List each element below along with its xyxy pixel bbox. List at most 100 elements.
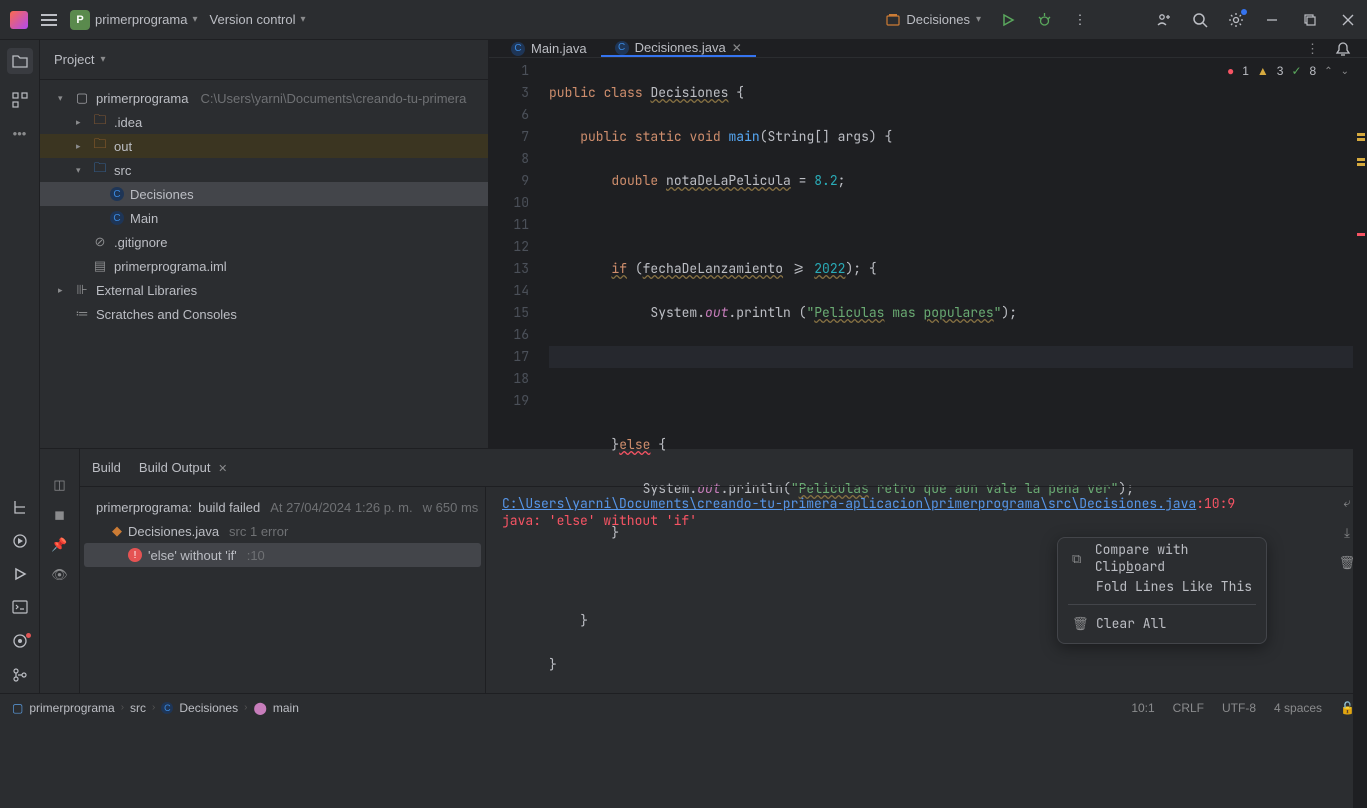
vcs-label: Version control bbox=[210, 12, 296, 27]
run-config-selector[interactable]: Decisiones ▾ bbox=[886, 12, 981, 27]
titlebar: P primerprograma ▾ Version control ▾ Dec… bbox=[0, 0, 1367, 40]
tree-label: Scratches and Consoles bbox=[96, 307, 237, 322]
debug-button[interactable] bbox=[1035, 11, 1053, 29]
maximize-button[interactable] bbox=[1301, 11, 1319, 29]
run-config-label: Decisiones bbox=[906, 12, 970, 27]
context-menu: ⧉ Compare with Clipboard Fold Lines Like… bbox=[1057, 537, 1267, 644]
tree-scratches[interactable]: ≔ Scratches and Consoles bbox=[40, 302, 488, 326]
class-icon: C bbox=[161, 702, 173, 714]
editor-area: C Main.java C Decisiones.java ✕ ⋮ bbox=[489, 40, 1367, 448]
build-tab[interactable]: Build bbox=[92, 460, 121, 475]
tree-main[interactable]: C Main bbox=[40, 206, 488, 230]
vcs-selector[interactable]: Version control ▾ bbox=[210, 12, 306, 27]
close-button[interactable] bbox=[1339, 11, 1357, 29]
java-file-icon: ◆ bbox=[112, 523, 122, 539]
build-row-error[interactable]: ! 'else' without 'if' :10 bbox=[84, 543, 481, 567]
code-with-me-icon[interactable] bbox=[1155, 11, 1173, 29]
chevron-right-icon: › bbox=[244, 702, 247, 713]
tree-root[interactable]: ▾ ▢ primerprograma C:\Users\yarni\Docume… bbox=[40, 86, 488, 110]
tree-label: primerprograma.iml bbox=[114, 259, 227, 274]
editor-body[interactable]: ●1 ▲3 ✓8 ⌃ ⌄ 1 3 6 7 8 9 10 11 bbox=[489, 58, 1367, 808]
left-tool-strip: ••• bbox=[0, 40, 40, 693]
file-icon: ⊘ bbox=[92, 234, 108, 250]
expand-icon[interactable]: ▾ bbox=[76, 165, 86, 176]
services-tool-icon[interactable] bbox=[12, 533, 28, 549]
chevron-down-icon[interactable]: ▾ bbox=[100, 54, 105, 65]
separator bbox=[1068, 604, 1256, 605]
build-output-tab[interactable]: Build Output ✕ bbox=[139, 460, 227, 475]
terminal-tool-icon[interactable] bbox=[12, 599, 28, 615]
ctx-fold[interactable]: Fold Lines Like This bbox=[1058, 572, 1266, 600]
folder-icon: 🗀 bbox=[92, 111, 108, 133]
tree-path: C:\Users\yarni\Documents\creando-tu-prim… bbox=[200, 91, 466, 106]
breadcrumb[interactable]: ▢ primerprograma › src › C Decisiones › … bbox=[12, 701, 299, 715]
build-row-root[interactable]: primerprograma: build failed At 27/04/20… bbox=[84, 495, 481, 519]
tab-main[interactable]: C Main.java bbox=[497, 40, 601, 57]
more-tools-icon[interactable]: ••• bbox=[13, 126, 27, 141]
module-icon: ▢ bbox=[12, 701, 23, 715]
chevron-down-icon: ▾ bbox=[301, 14, 306, 25]
tree-idea[interactable]: ▸ 🗀 .idea bbox=[40, 110, 488, 134]
rerun-icon[interactable]: ◼ bbox=[54, 507, 65, 523]
tab-label: Decisiones.java bbox=[635, 40, 726, 55]
project-badge-icon: P bbox=[70, 10, 90, 30]
filter-icon[interactable]: ◫ bbox=[53, 477, 65, 493]
expand-icon[interactable]: ▸ bbox=[58, 285, 68, 296]
pin-icon[interactable]: 📌 bbox=[51, 537, 67, 553]
vcs-tool-icon[interactable] bbox=[12, 667, 28, 683]
close-icon[interactable]: ✕ bbox=[218, 463, 227, 475]
tree-gitignore[interactable]: ⊘ .gitignore bbox=[40, 230, 488, 254]
notifications-icon[interactable] bbox=[1327, 41, 1359, 57]
close-icon[interactable]: ✕ bbox=[732, 41, 742, 55]
error-icon: ! bbox=[128, 548, 142, 562]
project-selector[interactable]: P primerprograma ▾ bbox=[70, 10, 198, 30]
line-gutter: 1 3 6 7 8 9 10 11 12 13 14 15 16 17 bbox=[489, 58, 539, 808]
panel-title: Project bbox=[54, 52, 94, 67]
search-icon[interactable] bbox=[1191, 11, 1209, 29]
compare-icon: ⧉ bbox=[1072, 550, 1085, 567]
main-menu-icon[interactable] bbox=[40, 11, 58, 29]
run-button[interactable] bbox=[999, 11, 1017, 29]
file-icon: ▤ bbox=[92, 258, 108, 274]
build-output-link[interactable]: C:\Users\yarni\Documents\creando-tu-prim… bbox=[502, 495, 1196, 512]
minimize-button[interactable] bbox=[1263, 11, 1281, 29]
tree-iml[interactable]: ▤ primerprograma.iml bbox=[40, 254, 488, 278]
problems-tool-icon[interactable] bbox=[12, 633, 28, 649]
code-content[interactable]: public class Decisiones { public static … bbox=[539, 58, 1353, 808]
module-icon: ▢ bbox=[74, 90, 90, 106]
build-tools-left: ◫ ◼ 📌 👁 bbox=[40, 449, 80, 693]
ctx-clear[interactable]: 🗑 Clear All bbox=[1058, 609, 1266, 637]
expand-icon[interactable]: ▸ bbox=[76, 117, 86, 128]
ctx-compare[interactable]: ⧉ Compare with Clipboard bbox=[1058, 544, 1266, 572]
structure-tool-icon[interactable] bbox=[12, 92, 28, 108]
tab-menu-icon[interactable]: ⋮ bbox=[1306, 41, 1319, 57]
tree-label: primerprograma bbox=[96, 91, 188, 106]
editor-tabs: C Main.java C Decisiones.java ✕ ⋮ bbox=[489, 40, 1367, 58]
tree-external-libs[interactable]: ▸ ⊪ External Libraries bbox=[40, 278, 488, 302]
project-tree: ▾ ▢ primerprograma C:\Users\yarni\Docume… bbox=[40, 80, 488, 448]
build-row-file[interactable]: ◆ Decisiones.java src 1 error bbox=[84, 519, 481, 543]
tree-decisiones[interactable]: C Decisiones bbox=[40, 182, 488, 206]
build-output-text[interactable]: C:\Users\yarni\Documents\creando-tu-prim… bbox=[486, 487, 1327, 693]
build-tree: primerprograma: build failed At 27/04/20… bbox=[80, 487, 486, 693]
scratches-icon: ≔ bbox=[74, 306, 90, 322]
build-tool-icon[interactable] bbox=[12, 499, 28, 515]
folder-icon: 🗀 bbox=[92, 135, 108, 157]
tree-src[interactable]: ▾ 🗀 src bbox=[40, 158, 488, 182]
eye-icon[interactable]: 👁 bbox=[51, 567, 68, 583]
tab-label: Main.java bbox=[531, 41, 587, 56]
expand-icon[interactable]: ▾ bbox=[58, 93, 68, 104]
expand-icon[interactable]: ▸ bbox=[76, 141, 86, 152]
tree-label: Decisiones bbox=[130, 187, 194, 202]
tab-decisiones[interactable]: C Decisiones.java ✕ bbox=[601, 40, 756, 57]
settings-icon[interactable] bbox=[1227, 11, 1245, 29]
tree-label: out bbox=[114, 139, 132, 154]
run-tool-icon[interactable] bbox=[13, 567, 27, 581]
class-icon: C bbox=[110, 211, 124, 225]
tree-out[interactable]: ▸ 🗀 out bbox=[40, 134, 488, 158]
project-tool-icon[interactable] bbox=[7, 48, 33, 74]
project-panel: Project ▾ ▾ ▢ primerprograma C:\Users\ya… bbox=[40, 40, 489, 448]
error-stripe[interactable] bbox=[1353, 58, 1367, 808]
more-actions-icon[interactable]: ⋮ bbox=[1071, 11, 1089, 29]
tree-label: src bbox=[114, 163, 131, 178]
